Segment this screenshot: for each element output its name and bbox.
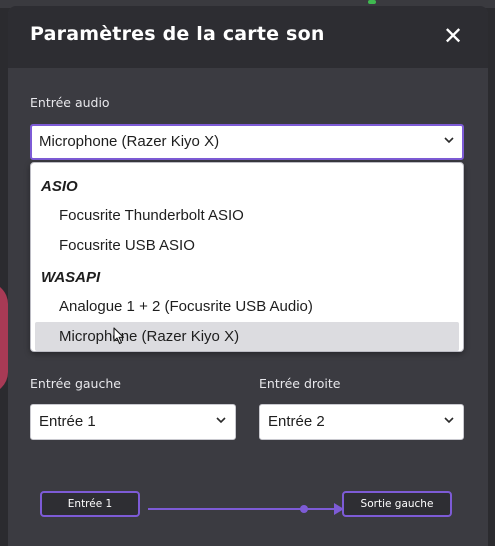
audio-input-dropdown: ASIO Focusrite Thunderbolt ASIO Focusrit… bbox=[30, 162, 464, 352]
dropdown-option-analogue-1-2[interactable]: Analogue 1 + 2 (Focusrite USB Audio) bbox=[35, 292, 459, 321]
right-input-select[interactable]: Entrée 2 bbox=[259, 404, 464, 440]
dropdown-group-wasapi: WASAPI bbox=[41, 269, 101, 286]
dropdown-option-focusrite-thunderbolt-asio[interactable]: Focusrite Thunderbolt ASIO bbox=[35, 201, 459, 230]
background-decoration bbox=[0, 282, 8, 394]
chevron-down-icon bbox=[444, 417, 454, 424]
dropdown-option-label: Microphone (Razer Kiyo X) bbox=[59, 328, 240, 345]
audio-input-label: Entrée audio bbox=[30, 95, 110, 110]
left-input-select[interactable]: Entrée 1 bbox=[30, 404, 236, 440]
chevron-down-icon bbox=[216, 417, 226, 424]
dropdown-group-asio: ASIO bbox=[41, 178, 78, 195]
dialog-title: Paramètres de la carte son bbox=[30, 23, 325, 45]
close-icon[interactable]: ✕ bbox=[440, 23, 466, 49]
dropdown-option-label: Analogue 1 + 2 (Focusrite USB Audio) bbox=[59, 298, 313, 315]
dropdown-option-label: Focusrite Thunderbolt ASIO bbox=[59, 207, 244, 224]
left-input-label: Entrée gauche bbox=[30, 376, 121, 391]
mouse-pointer-icon bbox=[113, 327, 125, 345]
routing-line bbox=[148, 508, 344, 510]
dropdown-option-focusrite-usb-asio[interactable]: Focusrite USB ASIO bbox=[35, 231, 459, 260]
routing-node bbox=[300, 505, 308, 513]
sound-card-settings-dialog: Paramètres de la carte son ✕ Entrée audi… bbox=[8, 6, 488, 546]
audio-input-value: Microphone (Razer Kiyo X) bbox=[39, 133, 220, 150]
right-input-label: Entrée droite bbox=[259, 376, 341, 391]
audio-input-select[interactable]: Microphone (Razer Kiyo X) bbox=[30, 124, 464, 160]
routing-source-box[interactable]: Entrée 1 bbox=[40, 491, 140, 517]
left-input-value: Entrée 1 bbox=[39, 413, 96, 430]
status-led bbox=[368, 0, 376, 4]
chevron-down-icon bbox=[444, 137, 454, 144]
routing-destination-box[interactable]: Sortie gauche bbox=[342, 491, 452, 517]
dialog-header: Paramètres de la carte son ✕ bbox=[8, 6, 488, 68]
dropdown-option-label: Focusrite USB ASIO bbox=[59, 237, 195, 254]
right-input-value: Entrée 2 bbox=[268, 413, 325, 430]
dropdown-option-microphone-razer-kiyo-x[interactable]: Microphone (Razer Kiyo X) bbox=[35, 322, 459, 351]
